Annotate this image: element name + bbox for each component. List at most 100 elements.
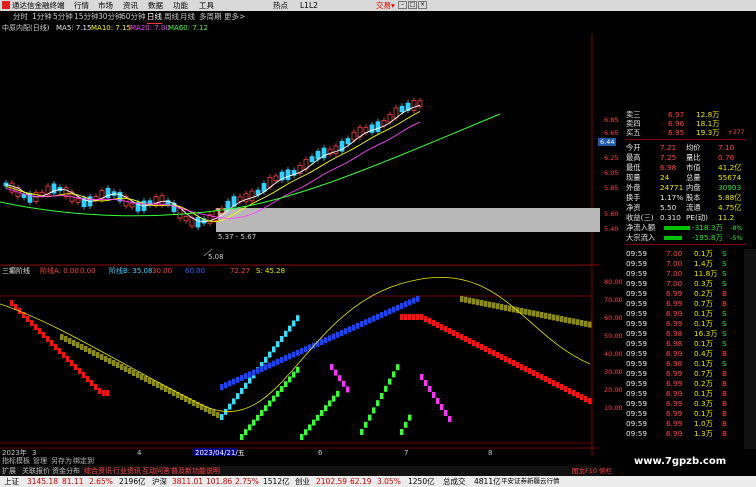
indicator-block	[46, 336, 50, 342]
candle-body	[387, 113, 393, 123]
indicator-block	[136, 372, 140, 378]
close-icon[interactable]: ×	[418, 1, 427, 9]
period-60min[interactable]: 60分钟	[121, 11, 146, 23]
candle-body	[375, 121, 381, 133]
ext-tab-related[interactable]: 关联报价	[22, 466, 50, 476]
menu-redian[interactable]: 热点	[273, 0, 288, 11]
period-15min[interactable]: 15分钟	[74, 11, 99, 23]
ma60-label: MA60: 7.12	[168, 24, 208, 32]
candle-body	[21, 194, 27, 198]
indicator-block	[276, 358, 280, 365]
indicator-block	[90, 380, 94, 386]
ma5-label: MA5: 7.15	[56, 24, 92, 32]
indicator-block	[572, 390, 576, 396]
indicator-block	[252, 419, 256, 426]
indicator-block	[264, 405, 268, 412]
ext-tab-news[interactable]: 综合资讯	[84, 466, 112, 476]
tab-manage[interactable]: 管理	[33, 456, 47, 466]
indicator-block	[532, 310, 536, 317]
indicator-block	[520, 364, 524, 370]
indicator-block	[328, 335, 332, 342]
menu-zixun[interactable]: 资讯	[123, 0, 138, 11]
indicator-block	[588, 321, 592, 328]
ext-tab-fund[interactable]: 资金分布	[52, 466, 80, 476]
indicator-block	[580, 320, 584, 326]
period-monthly[interactable]: 月线	[180, 11, 195, 23]
period-more[interactable]: 更多>	[224, 11, 245, 23]
indicator-block	[148, 378, 152, 384]
candle-body	[75, 198, 81, 203]
indicator-block	[232, 378, 236, 385]
indicator-block	[82, 372, 86, 378]
menu-shuju[interactable]: 数据	[148, 0, 163, 11]
menu-shichang[interactable]: 市场	[98, 0, 113, 11]
indicator-block	[476, 342, 480, 348]
indicator-block	[468, 338, 472, 344]
period-fenshi[interactable]: 分时	[13, 11, 28, 23]
hs-label[interactable]: 沪深	[152, 476, 167, 487]
period-5min[interactable]: 5分钟	[53, 11, 73, 23]
menu-gongju[interactable]: 工具	[199, 0, 214, 11]
indicator-block	[440, 404, 444, 410]
indicator-block	[74, 364, 78, 370]
indicator-block	[30, 320, 34, 326]
menu-gongneng[interactable]: 功能	[173, 0, 188, 11]
period-daily[interactable]: 日线	[147, 11, 162, 24]
indicator-b2: 30.00	[152, 267, 173, 275]
indicator-block	[476, 299, 480, 306]
indicator-block	[284, 330, 288, 337]
period-weekly[interactable]: 周线	[164, 11, 179, 23]
ext-tab-features[interactable]: 普及新功能说明	[171, 466, 220, 476]
sh-label[interactable]: 上证	[4, 476, 19, 487]
indicator-block	[484, 346, 488, 352]
indicator-block	[424, 380, 428, 386]
f10-sidebar-link[interactable]: 图文F10 侧栏	[572, 466, 612, 476]
period-1min[interactable]: 1分钟	[32, 11, 52, 23]
indicator-series	[0, 277, 592, 440]
indicator-block	[62, 352, 66, 358]
ext-tab-qa[interactable]: 互动问答	[142, 466, 170, 476]
indicator-block	[500, 354, 504, 360]
period-30min[interactable]: 30分钟	[98, 11, 123, 23]
indicator-block	[116, 362, 120, 368]
indicator-block	[328, 400, 332, 407]
side-scrollbar[interactable]	[744, 249, 756, 449]
indicator-block	[84, 346, 88, 352]
menu-l1l2[interactable]: L1L2	[300, 0, 318, 11]
tick-row: 09:59 7.00 0.1万 S	[626, 249, 727, 258]
indicator-block	[38, 328, 42, 334]
watermark-text: www.7gpzb.com	[634, 456, 727, 467]
indicator-block	[92, 350, 96, 356]
tab-template[interactable]: 模板	[16, 456, 30, 466]
trade-menu[interactable]: 交易▾	[376, 0, 395, 11]
ext-tab-expand[interactable]: 扩展	[2, 466, 16, 476]
tab-indicator[interactable]: 指标	[2, 456, 16, 466]
ext-tab-industry[interactable]: 行业资讯	[113, 466, 141, 476]
candle-body	[195, 217, 201, 228]
news-ticker[interactable]: 平安证券新疆云行情	[501, 476, 560, 487]
indicator-block	[292, 320, 296, 327]
minimize-icon[interactable]: –	[398, 1, 407, 9]
menu-hangqing[interactable]: 行情	[74, 0, 89, 11]
indicator-block	[576, 392, 580, 398]
tab-save-as[interactable]: 另存为	[51, 456, 72, 466]
indicator-s: S: 45.28	[256, 267, 286, 275]
indicator-block	[288, 376, 292, 383]
indicator-block	[496, 352, 500, 358]
indicator-block	[212, 410, 216, 416]
candle-body	[237, 196, 243, 202]
indicator-block	[540, 374, 544, 380]
indicator-block	[292, 371, 296, 378]
indicator-block	[444, 326, 448, 332]
cy-label[interactable]: 创业	[295, 476, 310, 487]
indicator-block	[432, 320, 436, 326]
indicator-block	[244, 429, 248, 436]
indicator-block	[236, 393, 240, 400]
indicator-block	[384, 310, 388, 317]
tab-bind[interactable]: 绑定到	[73, 456, 94, 466]
cy-percent: 3.05%	[377, 477, 401, 486]
indicator-block	[248, 424, 252, 431]
maximize-icon[interactable]: □	[408, 1, 417, 9]
stat-row: 最高 7.25 量比 0.76	[626, 153, 735, 162]
period-multi[interactable]: 多周期	[199, 11, 222, 23]
